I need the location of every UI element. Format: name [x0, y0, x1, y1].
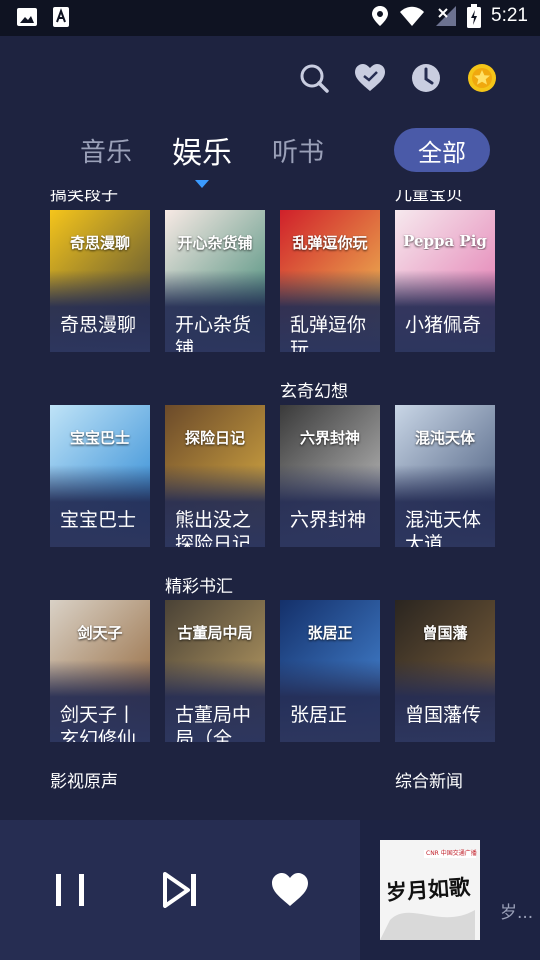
location-icon [372, 6, 389, 26]
card-title: 开心杂货 [175, 314, 252, 334]
font-icon [53, 7, 69, 27]
header-actions [296, 60, 500, 96]
active-tab-indicator [195, 180, 209, 188]
card-title: 六界封神 [290, 509, 367, 529]
content-card[interactable]: 开心杂货铺 开心杂货铺 [165, 210, 265, 352]
pause-icon[interactable] [52, 872, 88, 908]
card-cover-text: 古董局中局 [177, 624, 253, 642]
coin-icon[interactable] [464, 60, 500, 96]
all-categories-button[interactable]: 全部 [394, 128, 490, 172]
card-title: 古董局中 [175, 704, 252, 724]
card-title-overflow: 玩 [290, 338, 310, 352]
section-label-funny: 搞笑段子 [50, 190, 118, 205]
card-cover-text: 宝宝巴士 [69, 429, 130, 447]
search-icon[interactable] [296, 60, 332, 96]
tab-entertainment[interactable]: 娱乐 [172, 128, 232, 172]
content-card[interactable]: 张居正 张居正 [280, 600, 380, 742]
card-cover-text: 开心杂货铺 [177, 234, 253, 252]
card-cover-text: 张居正 [307, 624, 353, 642]
card-title: 熊出没之 [175, 509, 252, 529]
now-playing-title[interactable]: 岁... [500, 898, 533, 923]
card-title: 曾国藩传 [405, 704, 482, 724]
card-title: 奇思漫聊 [60, 314, 137, 334]
card-title: 剑天子丨 [60, 704, 137, 724]
signal-icon [436, 6, 457, 26]
battery-icon [467, 4, 482, 28]
wifi-icon [400, 6, 425, 26]
like-icon[interactable] [270, 872, 310, 908]
card-cover-text: 奇思漫聊 [69, 234, 130, 252]
card-cover-text: 探险日记 [184, 429, 245, 447]
section-label-film-sound[interactable]: 影视原声 [50, 767, 118, 792]
status-bar: 5:21 [0, 0, 540, 36]
tab-audiobook[interactable]: 听书 [272, 132, 324, 169]
clock: 5:21 [491, 5, 528, 26]
content-card[interactable]: 奇思漫聊 奇思漫聊 [50, 210, 150, 352]
favorite-icon[interactable] [352, 60, 388, 96]
content-card[interactable]: 曾国藩 曾国藩传 [395, 600, 495, 742]
section-label-books: 精彩书汇 [165, 577, 233, 597]
content-card[interactable]: Peppa Pig 小猪佩奇 [395, 210, 495, 352]
card-cover-text: 乱弹逗你玩 [292, 234, 368, 252]
cover-badge: CNR 中国交通广播 [426, 850, 477, 857]
mini-player: CNR 中国交通广播 岁月如歌 岁... [0, 820, 540, 960]
card-cover-text: 剑天子 [77, 624, 123, 642]
content-card[interactable]: 六界封神 六界封神 [280, 405, 380, 547]
card-title-overflow: 铺 [175, 338, 195, 352]
content-grid: 搞笑段子 儿童宝贝 玄奇幻想 精彩书汇 影视原声 综合新闻 奇思漫聊 奇思漫聊 开心… [0, 190, 540, 820]
card-title-overflow: 大道 [405, 533, 444, 547]
history-icon[interactable] [408, 60, 444, 96]
section-label-news[interactable]: 综合新闻 [395, 767, 463, 792]
card-title: 乱弹逗你 [290, 314, 367, 334]
cover-title: 岁月如歌 [385, 874, 471, 905]
card-cover-text: 曾国藩 [422, 624, 468, 642]
content-card[interactable]: 混沌天体 混沌天体 大道 [395, 405, 495, 547]
card-cover-text: 混沌天体 [414, 429, 475, 447]
card-title-overflow: 玄幻修仙 [60, 728, 137, 742]
card-title: 小猪佩奇 [405, 314, 482, 334]
card-cover-text: Peppa Pig [403, 232, 487, 250]
card-title-overflow: 探险日记 [175, 533, 252, 547]
tab-music[interactable]: 音乐 [80, 132, 132, 169]
image-icon [17, 8, 37, 26]
card-cover-text: 六界封神 [299, 429, 360, 447]
next-track-icon[interactable] [162, 872, 198, 908]
card-title: 宝宝巴士 [60, 509, 137, 529]
section-label-fantasy: 玄奇幻想 [280, 382, 348, 402]
content-card[interactable]: 乱弹逗你玩 乱弹逗你玩 [280, 210, 380, 352]
content-card[interactable]: 古董局中局古董局中局（全 [165, 600, 265, 742]
content-card[interactable]: 宝宝巴士 宝宝巴士 [50, 405, 150, 547]
now-playing-cover[interactable]: CNR 中国交通广播 岁月如歌 [380, 840, 480, 940]
content-card[interactable]: 剑天子剑天子丨玄幻修仙 [50, 600, 150, 742]
card-title: 混沌天体 [405, 509, 482, 529]
card-title: 张居正 [290, 704, 348, 724]
content-card[interactable]: 探险日记 熊出没之 探险日记 [165, 405, 265, 547]
section-label-kids: 儿童宝贝 [395, 190, 463, 205]
card-title-overflow: 局（全 [175, 728, 233, 742]
